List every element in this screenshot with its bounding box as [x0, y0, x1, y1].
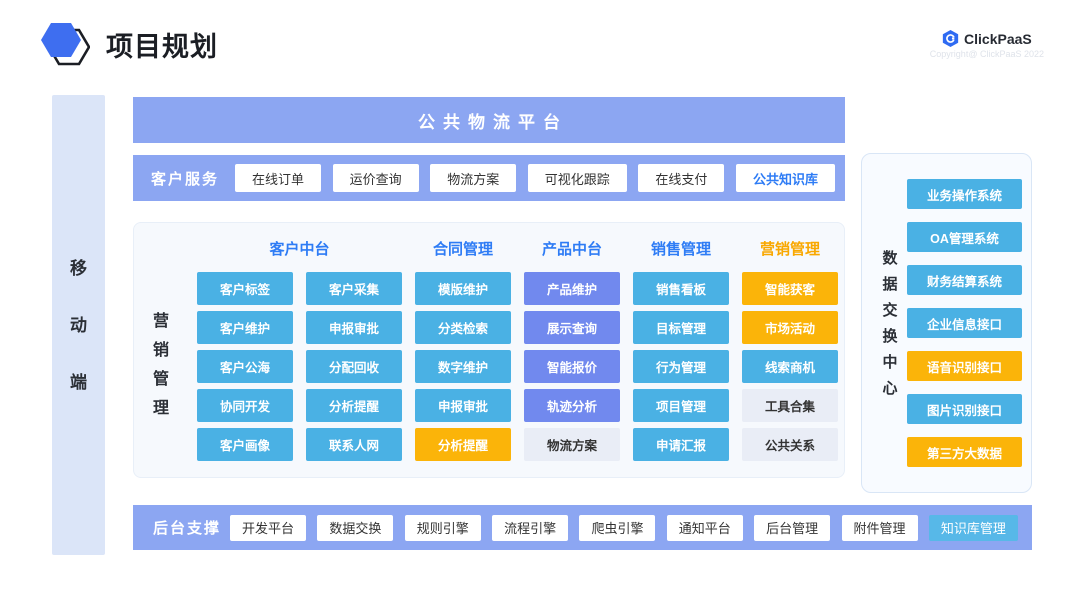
data-exchange-side: 数据交换中心: [879, 154, 901, 492]
customer-service-button: 物流方案: [430, 164, 516, 192]
customer-service-label: 客户服务: [151, 155, 219, 201]
matrix-cell: 分析提醒: [306, 389, 402, 422]
matrix-cell: 目标管理: [633, 311, 729, 344]
matrix-cell: 申请汇报: [633, 428, 729, 461]
backend-support-bar: 后台支撑 开发平台数据交换规则引擎流程引擎爬虫引擎通知平台后台管理附件管理知识库…: [133, 505, 1032, 550]
customer-service-bar: 客户服务 在线订单运价查询物流方案可视化跟踪在线支付公共知识库: [133, 155, 845, 201]
matrix-cell: 展示查询: [524, 311, 620, 344]
matrix-cell: 申报审批: [415, 389, 511, 422]
matrix-cell: 申报审批: [306, 311, 402, 344]
matrix-cells-grid: 客户标签客户采集模版维护产品维护销售看板智能获客客户维护申报审批分类检索展示查询…: [197, 272, 838, 461]
matrix-column-header: 客户中台: [197, 236, 402, 260]
matrix-cell: 物流方案: [524, 428, 620, 461]
brand-name: ClickPaaS: [964, 31, 1032, 47]
data-exchange-item: 第三方大数据: [907, 437, 1022, 467]
data-exchange-items: 业务操作系统 OA管理系统财务结算系统企业信息接口语音识别接口图片识别接口第三方大…: [907, 179, 1022, 467]
backend-support-button: 开发平台: [230, 515, 306, 541]
customer-service-buttons: 在线订单运价查询物流方案可视化跟踪在线支付公共知识库: [235, 155, 835, 201]
matrix-cell: 协同开发: [197, 389, 293, 422]
matrix-cell: 智能获客: [742, 272, 838, 305]
matrix-cell: 客户画像: [197, 428, 293, 461]
matrix-cell: 行为管理: [633, 350, 729, 383]
data-exchange-item: 图片识别接口: [907, 394, 1022, 424]
matrix-column-headers: 客户中台合同管理产品中台销售管理营销管理: [197, 236, 838, 260]
customer-service-button: 在线订单: [235, 164, 321, 192]
backend-support-button: 后台管理: [754, 515, 830, 541]
clickpaas-logo-icon: [942, 30, 959, 47]
data-exchange-side-label: 数据交换中心: [882, 251, 897, 396]
matrix-cell: 分析提醒: [415, 428, 511, 461]
matrix-cell: 客户采集: [306, 272, 402, 305]
matrix-cell: 模版维护: [415, 272, 511, 305]
platform-banner-label: 公共物流平台: [410, 108, 568, 133]
marketing-matrix-panel: 营销管理 客户中台合同管理产品中台销售管理营销管理 客户标签客户采集模版维护产品…: [133, 222, 845, 478]
brand-copyright: Copyright@ ClickPaaS 2022: [930, 49, 1044, 59]
backend-support-button: 通知平台: [667, 515, 743, 541]
data-exchange-panel: 数据交换中心 业务操作系统 OA管理系统财务结算系统企业信息接口语音识别接口图片识…: [861, 153, 1032, 493]
matrix-side: 营销管理: [148, 263, 174, 467]
backend-support-button: 数据交换: [317, 515, 393, 541]
data-exchange-item: 企业信息接口: [907, 308, 1022, 338]
data-exchange-item: OA管理系统: [907, 222, 1022, 252]
matrix-cell: 市场活动: [742, 311, 838, 344]
customer-service-button: 运价查询: [333, 164, 419, 192]
matrix-column-header: 合同管理: [415, 236, 511, 260]
page-title: 项目规划: [106, 25, 218, 64]
backend-support-label: 后台支撑: [153, 505, 221, 550]
matrix-cell: 公共关系: [742, 428, 838, 461]
platform-banner: 公共物流平台: [133, 97, 845, 143]
matrix-cell: 分类检索: [415, 311, 511, 344]
matrix-cell: 数字维护: [415, 350, 511, 383]
mobile-side-label: 移动端: [70, 260, 87, 391]
backend-support-button: 附件管理: [842, 515, 918, 541]
matrix-cell: 线索商机: [742, 350, 838, 383]
customer-service-button: 公共知识库: [736, 164, 835, 192]
backend-support-button: 知识库管理: [929, 515, 1018, 541]
page-header: 项目规划: [36, 16, 218, 72]
customer-service-button: 可视化跟踪: [528, 164, 627, 192]
matrix-cell: 项目管理: [633, 389, 729, 422]
backend-support-button: 规则引擎: [405, 515, 481, 541]
data-exchange-item: 业务操作系统: [907, 179, 1022, 209]
matrix-cell: 客户标签: [197, 272, 293, 305]
customer-service-button: 在线支付: [638, 164, 724, 192]
matrix-column-header: 营销管理: [742, 236, 838, 260]
mobile-side-bar: 移动端: [52, 95, 105, 555]
backend-support-button: 爬虫引擎: [579, 515, 655, 541]
backend-support-button: 流程引擎: [492, 515, 568, 541]
matrix-cell: 轨迹分析: [524, 389, 620, 422]
matrix-cell: 产品维护: [524, 272, 620, 305]
matrix-column-header: 销售管理: [633, 236, 729, 260]
backend-support-buttons: 开发平台数据交换规则引擎流程引擎爬虫引擎通知平台后台管理附件管理知识库管理: [230, 505, 1018, 550]
matrix-cell: 工具合集: [742, 389, 838, 422]
data-exchange-item: 语音识别接口: [907, 351, 1022, 381]
brand-block: ClickPaaS Copyright@ ClickPaaS 2022: [930, 30, 1044, 59]
matrix-column-header: 产品中台: [524, 236, 620, 260]
matrix-cell: 分配回收: [306, 350, 402, 383]
hexagon-logo-icon: [36, 16, 90, 72]
matrix-side-label: 营销管理: [153, 314, 169, 417]
data-exchange-item: 财务结算系统: [907, 265, 1022, 295]
matrix-cell: 智能报价: [524, 350, 620, 383]
matrix-cell: 联系人网: [306, 428, 402, 461]
matrix-cell: 客户维护: [197, 311, 293, 344]
matrix-cell: 客户公海: [197, 350, 293, 383]
matrix-cell: 销售看板: [633, 272, 729, 305]
